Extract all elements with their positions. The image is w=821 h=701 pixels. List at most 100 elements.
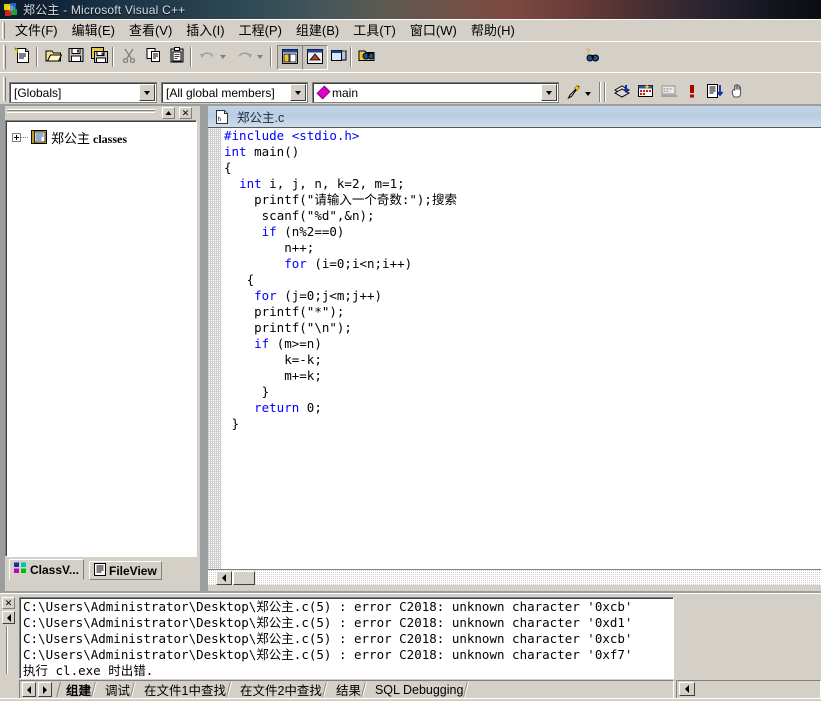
tab-fileview[interactable]: FileView (89, 561, 162, 580)
output-tab-results[interactable]: 结果 (328, 681, 367, 698)
find-in-files-button[interactable] (354, 45, 378, 68)
output-tab-find-in-files-1[interactable]: 在文件1中查找 (136, 681, 232, 698)
new-text-file-icon (13, 46, 31, 67)
new-text-file-button[interactable] (10, 45, 34, 68)
go-debug-button[interactable] (703, 81, 727, 104)
workspace-toggle-button[interactable] (277, 45, 303, 70)
chevron-down-icon (256, 54, 263, 59)
redo-icon (236, 48, 253, 65)
wizardbar-members-dropdown-button[interactable] (290, 84, 306, 101)
menu-build[interactable]: 组建(B) (289, 20, 346, 42)
output-text-area[interactable]: C:\Users\Administrator\Desktop\郑公主.c(5) … (19, 597, 674, 679)
menu-file[interactable]: 文件(F) (8, 20, 65, 42)
tab-classview[interactable]: ClassV... (9, 559, 84, 580)
build-button[interactable] (634, 81, 658, 104)
output-line[interactable]: C:\Users\Administrator\Desktop\郑公主.c(5) … (23, 631, 673, 647)
wizardbar-function-combo[interactable]: main (312, 82, 559, 103)
code-text: { (224, 160, 232, 175)
output-toggle-button[interactable] (302, 45, 328, 70)
output-line[interactable]: C:\Users\Administrator\Desktop\郑公主.c(5) … (23, 599, 673, 615)
output-line[interactable]: C:\Users\Administrator\Desktop\郑公主.c(5) … (23, 647, 673, 663)
compile-button[interactable] (611, 81, 635, 104)
expand-plus-icon[interactable] (12, 132, 21, 142)
member-diamond-icon (316, 85, 331, 100)
tab-scroll-left-button[interactable] (22, 682, 36, 697)
wizardbar-scope-combo[interactable]: [Globals] (9, 82, 157, 103)
code-text: (i=0;i<n;i++) (306, 256, 413, 271)
window-list-button[interactable] (327, 45, 351, 68)
close-pane-button[interactable]: ✕ (179, 107, 192, 119)
undo-dropdown-button[interactable] (217, 45, 228, 68)
menu-view[interactable]: 查看(V) (122, 20, 179, 42)
triangle-left-icon (685, 685, 689, 693)
output-horizontal-scrollbar[interactable] (676, 680, 821, 699)
code-line: k=-k; (224, 352, 457, 368)
undo-button[interactable] (195, 45, 219, 68)
wizardbar-actions-dropdown-button[interactable] (582, 82, 593, 105)
visual-cpp-window: 郑公主 - Microsoft Visual C++ 文件(F) 编辑(E) 查… (0, 0, 821, 701)
output-line[interactable]: 执行 cl.exe 时出错. (23, 663, 673, 678)
open-file-button[interactable] (41, 45, 65, 68)
redo-button[interactable] (232, 45, 256, 68)
output-close-button[interactable]: ✕ (2, 597, 15, 609)
redo-dropdown-button[interactable] (254, 45, 265, 68)
chevron-down-icon (144, 90, 150, 95)
menu-insert[interactable]: 插入(I) (179, 20, 231, 42)
editor-code-text[interactable]: #include <stdio.h> int main(){ int i, j, … (224, 128, 457, 432)
editor-horizontal-scrollbar[interactable] (208, 569, 821, 585)
mdi-client-area: ✕ 郑公主 classes ClassV... FileView h 郑公主.c… (0, 104, 821, 593)
stop-build-exclamation-icon (688, 83, 696, 102)
workspace-pane: ✕ 郑公主 classes ClassV... FileView (5, 106, 200, 591)
output-scroll-left-button[interactable] (679, 682, 695, 696)
tab-scroll-right-button[interactable] (38, 682, 52, 697)
menubar-grip[interactable] (2, 22, 7, 39)
editor-selection-margin[interactable] (208, 128, 221, 569)
output-pane-grip[interactable] (6, 626, 11, 674)
output-tab-find-in-files-2[interactable]: 在文件2中查找 (232, 681, 328, 698)
menu-window[interactable]: 窗口(W) (403, 20, 464, 42)
workspace-pane-grip[interactable] (7, 109, 155, 113)
tree-item-label: 郑公主 classes (51, 128, 127, 147)
code-keyword: #include <stdio.h> (224, 128, 360, 143)
code-keyword: return (254, 400, 300, 415)
output-line[interactable]: C:\Users\Administrator\Desktop\郑公主.c(5) … (23, 615, 673, 631)
editor-title-bar[interactable]: h 郑公主.c (208, 106, 821, 128)
horizontal-scroll-thumb[interactable] (233, 571, 255, 585)
menu-tools[interactable]: 工具(T) (346, 20, 403, 42)
output-tab-sql-debugging[interactable]: SQL Debugging (367, 681, 470, 698)
workspace-tree[interactable]: 郑公主 classes (5, 120, 197, 557)
editor-body[interactable]: #include <stdio.h> int main(){ int i, j, … (208, 128, 821, 569)
menu-help[interactable]: 帮助(H) (464, 20, 522, 42)
code-line: int i, j, n, k=2, m=1; (224, 176, 457, 192)
menu-project[interactable]: 工程(P) (232, 20, 289, 42)
scroll-left-button[interactable] (216, 571, 232, 585)
tree-item-classes-root[interactable]: 郑公主 classes (12, 128, 127, 146)
insert-breakpoint-button[interactable] (726, 81, 750, 104)
wizardbar-grip[interactable] (2, 77, 8, 101)
stop-build-button[interactable] (680, 81, 704, 104)
chevron-down-icon (219, 54, 226, 59)
wizardbar-members-combo[interactable]: [All global members] (161, 82, 308, 103)
code-text: i, j, n, k=2, m=1; (261, 176, 405, 191)
standard-toolbar-grip[interactable] (2, 45, 8, 69)
find-in-files-binoculars-icon (358, 48, 375, 66)
menu-edit[interactable]: 编辑(E) (65, 20, 122, 42)
code-line: { (224, 160, 457, 176)
paste-button[interactable] (165, 45, 189, 68)
build-icon (637, 83, 655, 102)
output-tab-build-label: 组建 (66, 684, 92, 698)
save-all-button[interactable] (87, 45, 111, 68)
copy-button[interactable] (142, 45, 166, 68)
build-execute-button[interactable] (657, 81, 681, 104)
help-search-button[interactable]: ? (580, 45, 604, 68)
compile-icon (613, 83, 632, 102)
output-scroll-up-button[interactable] (2, 611, 15, 624)
code-text: 0; (299, 400, 322, 415)
cut-button[interactable] (117, 45, 141, 68)
minimize-pane-button[interactable] (162, 107, 175, 119)
wizardbar-scope-dropdown-button[interactable] (139, 84, 155, 101)
wizardbar-function-dropdown-button[interactable] (541, 84, 557, 101)
save-button[interactable] (64, 45, 88, 68)
output-tab-debug[interactable]: 调试 (97, 681, 136, 698)
output-tab-build[interactable]: 组建 (58, 681, 97, 698)
